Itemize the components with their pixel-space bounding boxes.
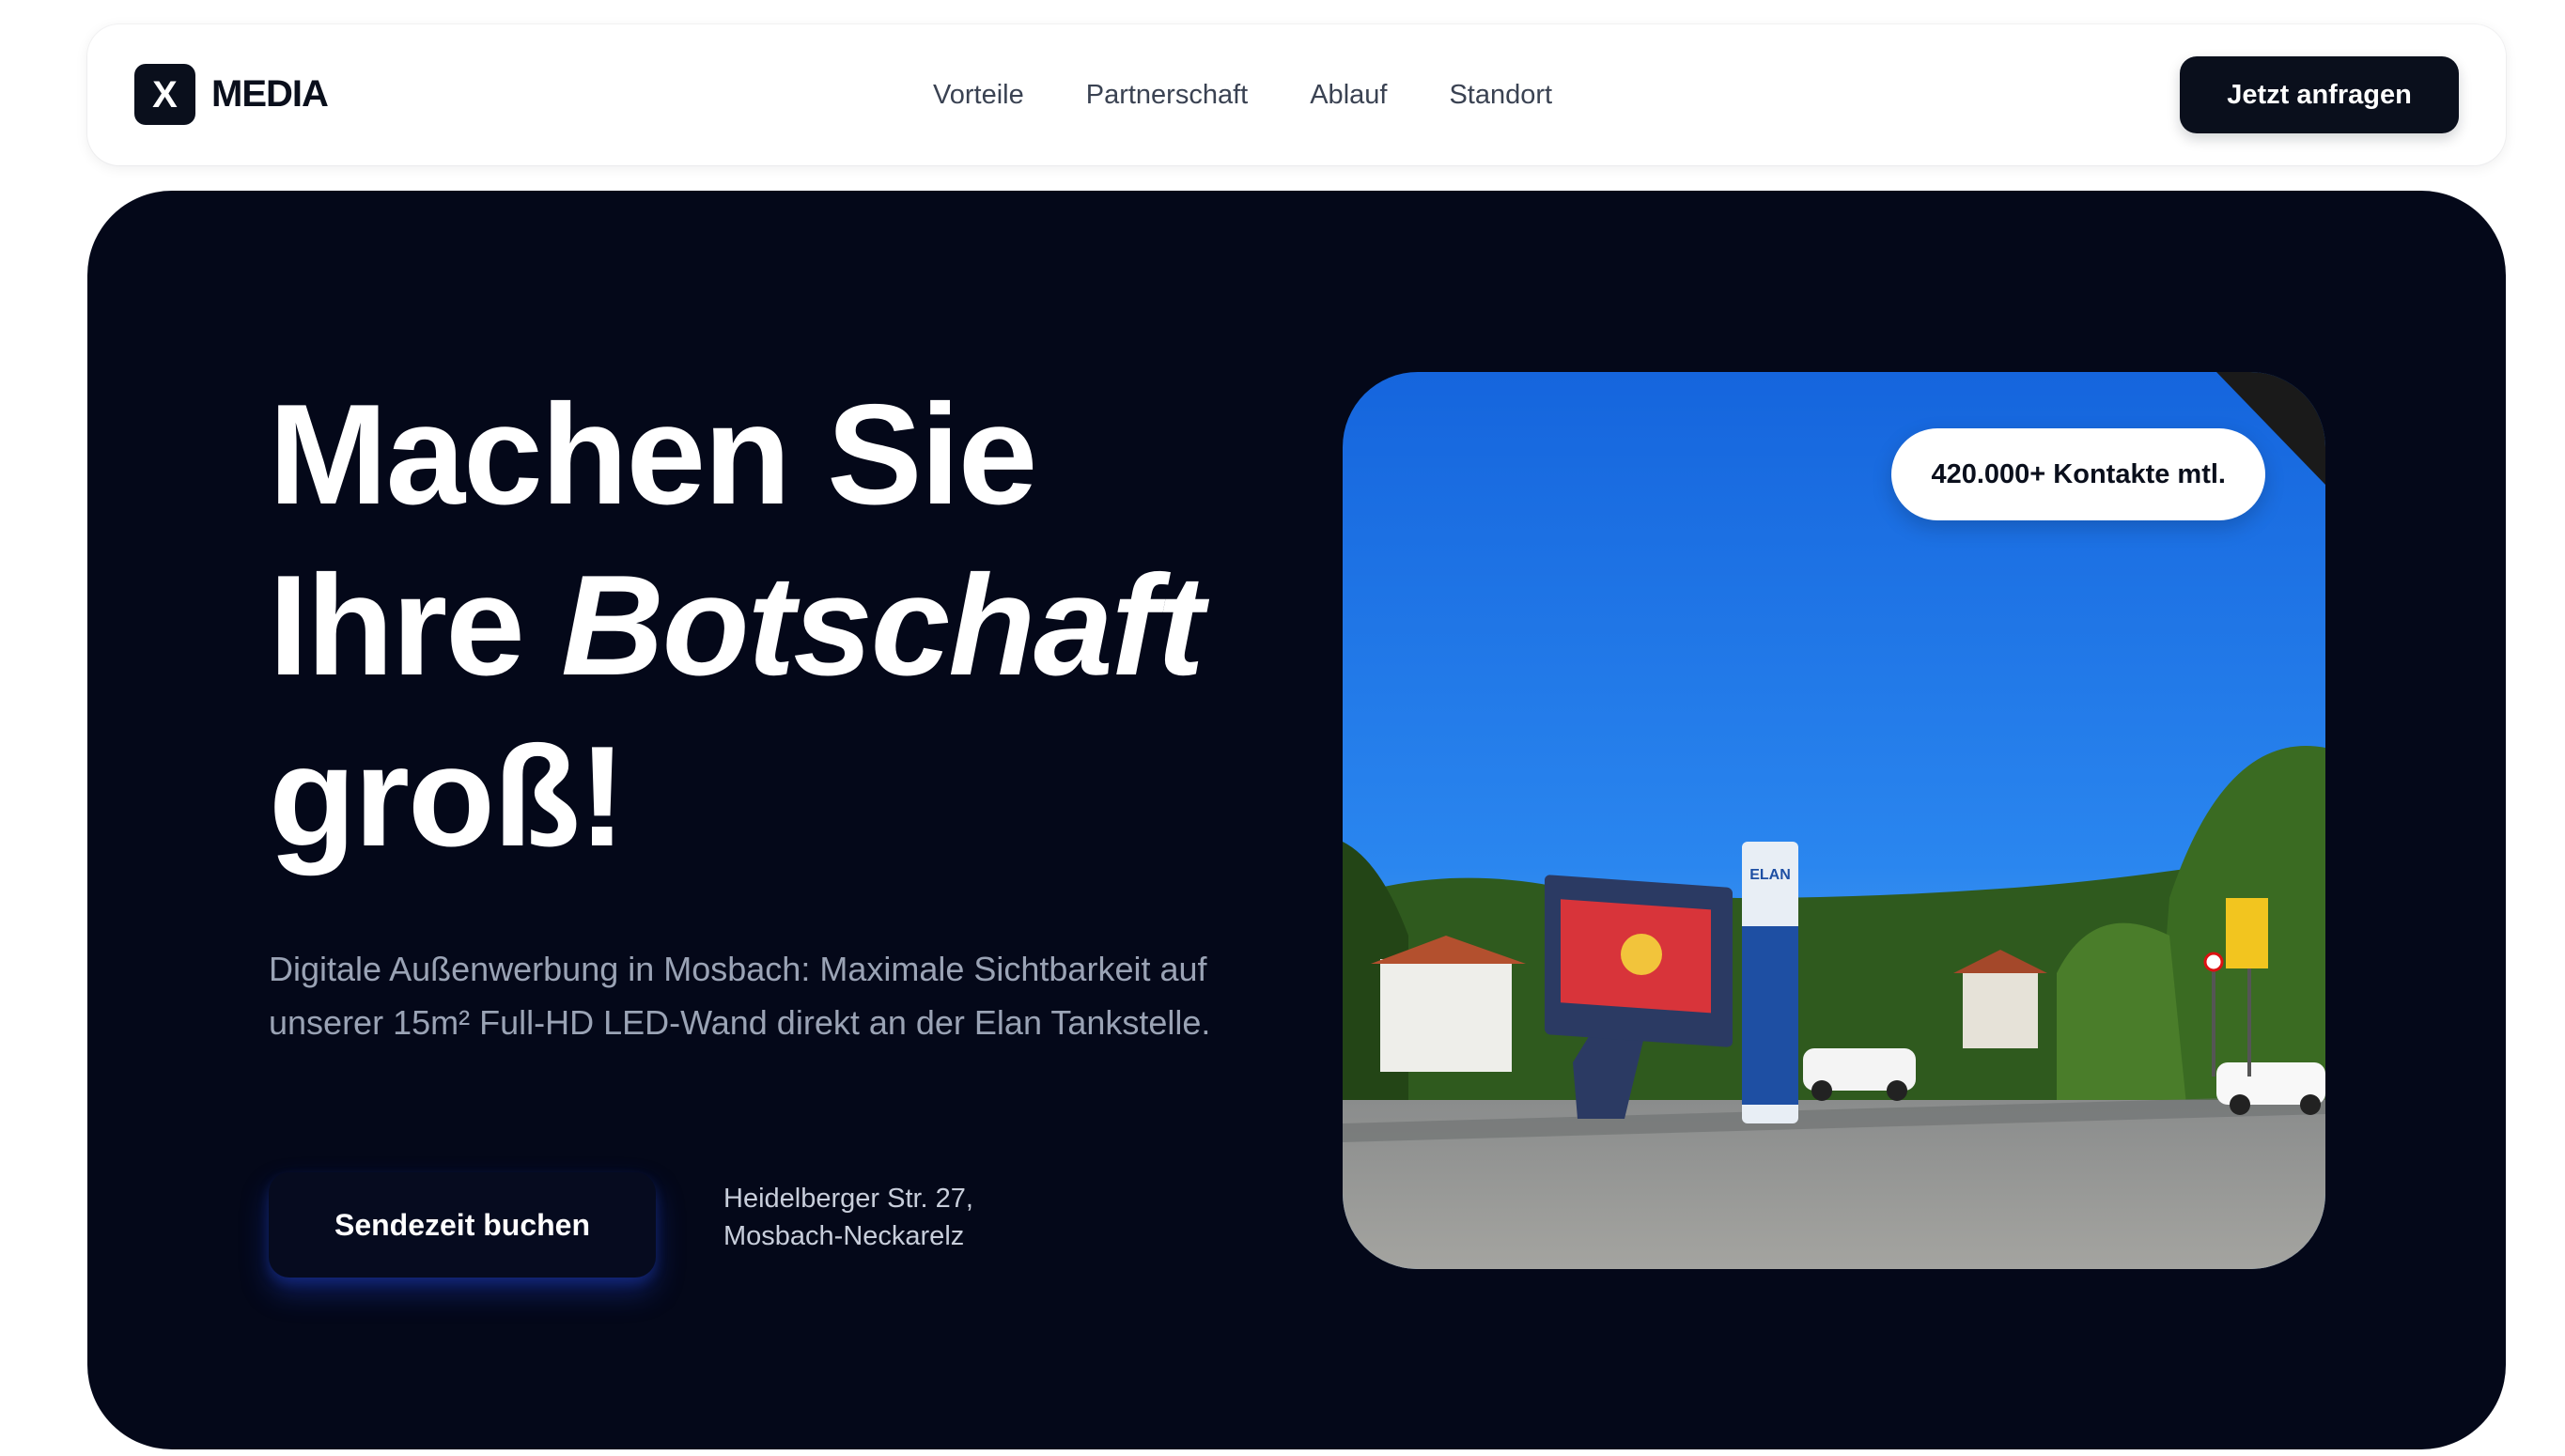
- gas-station-photo: ELAN 420.000+ Kontakte mtl.: [1343, 372, 2325, 1269]
- headline-plain: Ihre: [269, 546, 561, 705]
- request-button[interactable]: Jetzt anfragen: [2180, 56, 2459, 133]
- nav-link-standort[interactable]: Standort: [1449, 80, 1552, 111]
- main-nav: Vorteile Partnerschaft Ablauf Standort: [933, 24, 1552, 165]
- headline-line-1: Machen Sie: [269, 375, 1037, 534]
- top-navbar: X MEDIA Vorteile Partnerschaft Ablauf St…: [87, 24, 2506, 165]
- brand-logo[interactable]: X MEDIA: [134, 64, 329, 125]
- book-airtime-button[interactable]: Sendezeit buchen: [269, 1172, 656, 1278]
- logo-text: MEDIA: [211, 73, 329, 115]
- hero-headline: Machen Sie Ihre Botschaft groß!: [269, 369, 1349, 882]
- hero-section: Machen Sie Ihre Botschaft groß! Digitale…: [87, 191, 2506, 1449]
- elan-sign-text: ELAN: [1749, 867, 1791, 883]
- nav-link-partnerschaft[interactable]: Partnerschaft: [1086, 80, 1248, 111]
- nav-link-vorteile[interactable]: Vorteile: [933, 80, 1024, 111]
- address-city: Mosbach-Neckarelz: [723, 1221, 965, 1251]
- address-street: Heidelberger Str. 27,: [723, 1184, 973, 1214]
- contacts-badge: 420.000+ Kontakte mtl.: [1891, 428, 2265, 520]
- location-address: Heidelberger Str. 27, Mosbach-Neckarelz: [723, 1180, 973, 1255]
- headline-line-2: Ihre Botschaft: [269, 540, 1349, 711]
- headline-emphasis: Botschaft: [561, 546, 1205, 705]
- hero-description: Digitale Außenwerbung in Mosbach: Maxima…: [269, 950, 1211, 1042]
- headline-line-3: groß!: [269, 717, 626, 876]
- nav-link-ablauf[interactable]: Ablauf: [1310, 80, 1387, 111]
- logo-mark: X: [134, 64, 195, 125]
